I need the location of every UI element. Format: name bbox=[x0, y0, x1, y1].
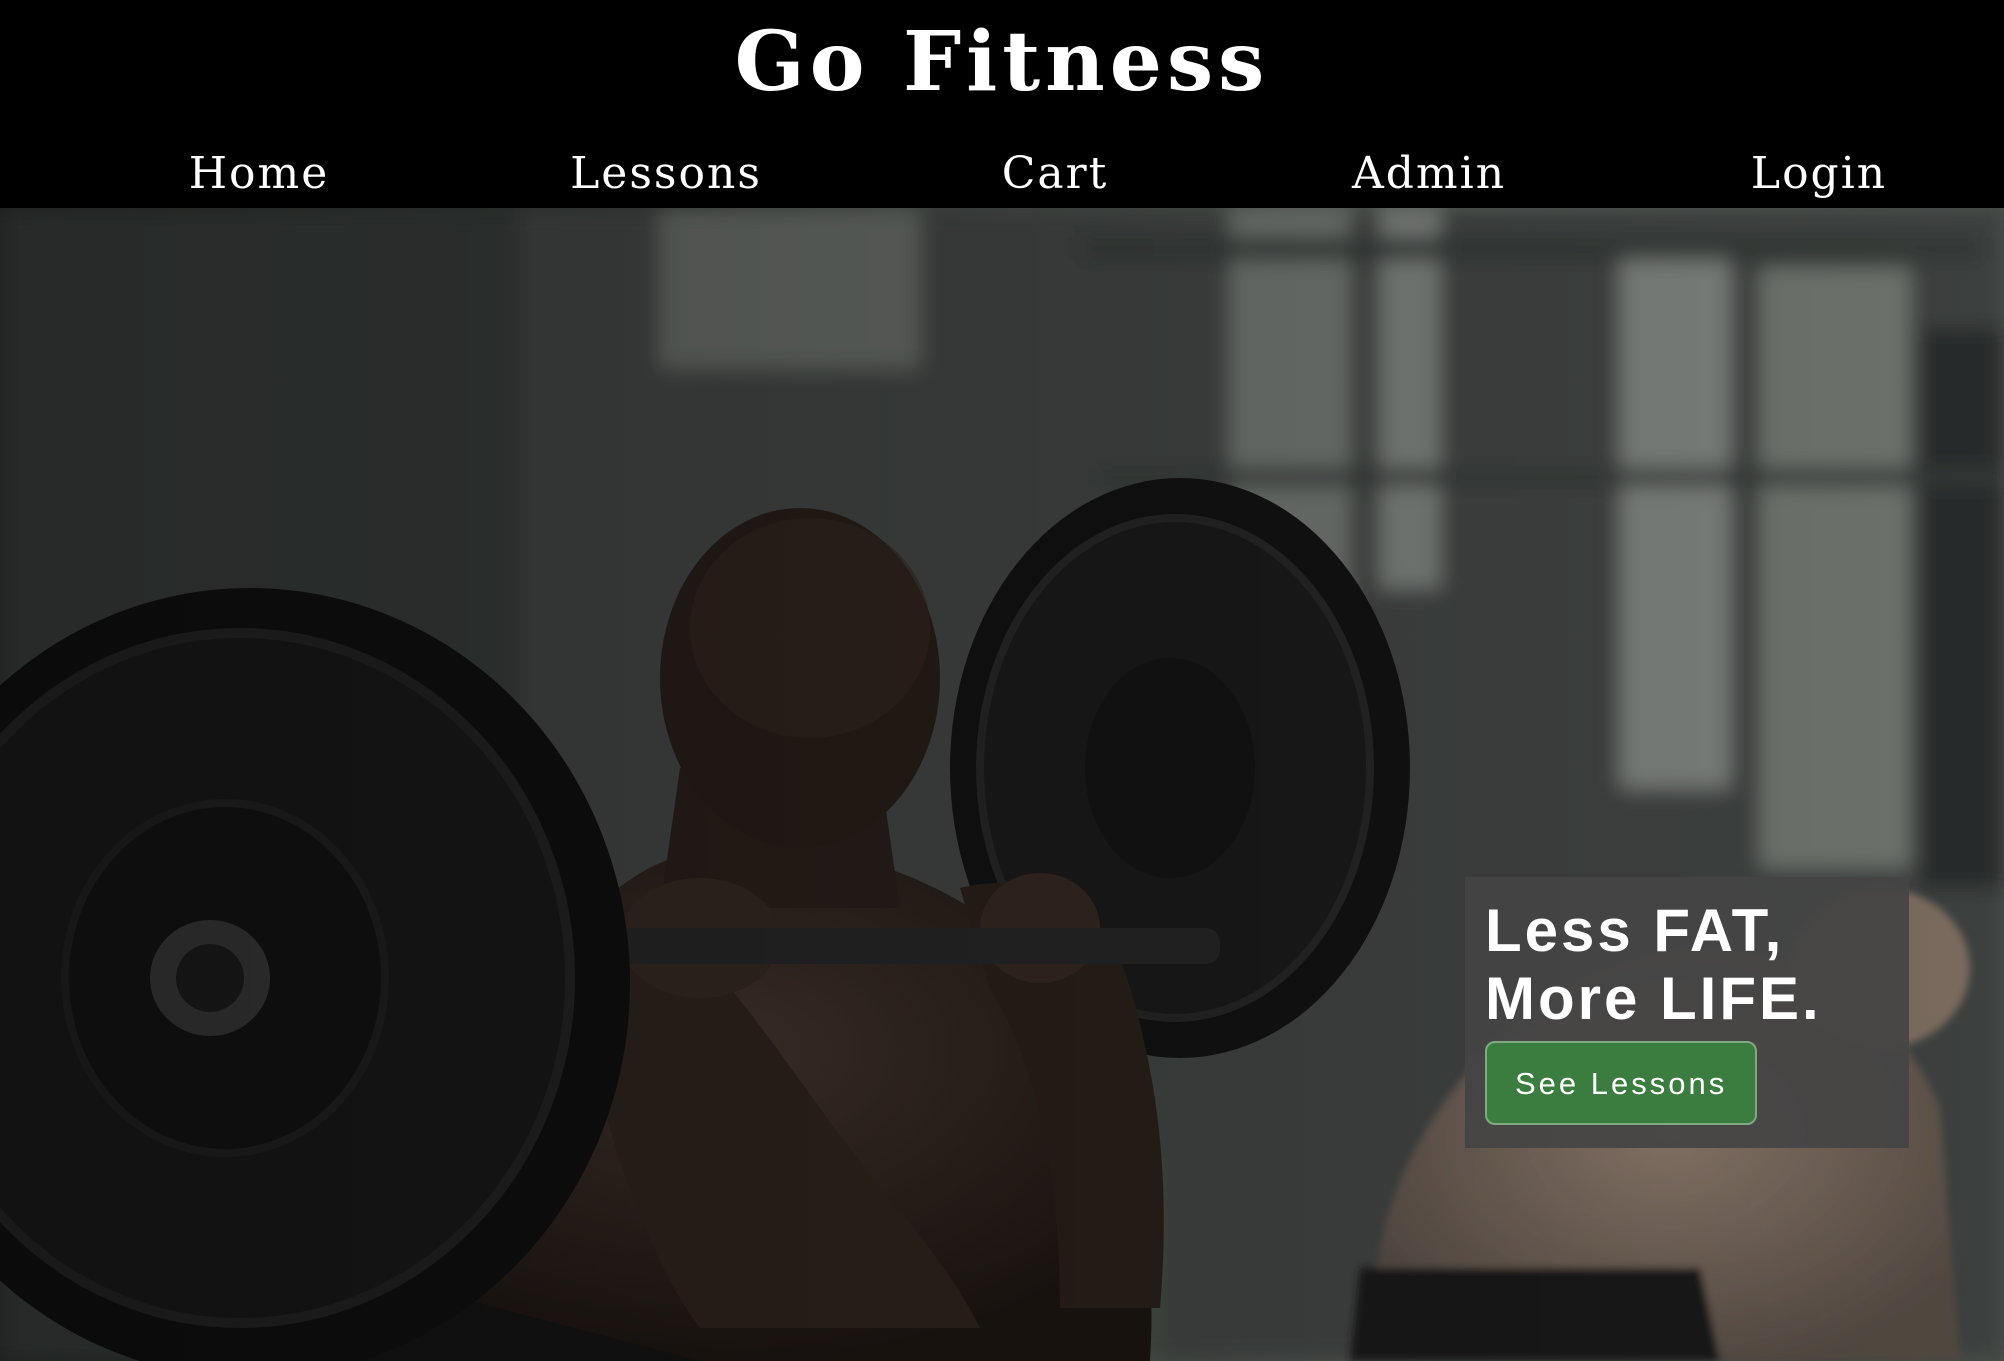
nav-link-admin[interactable]: Admin bbox=[1352, 140, 1506, 208]
hero-headline-line2: More LIFE. bbox=[1485, 965, 1822, 1032]
nav-link-lessons[interactable]: Lessons bbox=[570, 140, 762, 208]
hero-headline: Less FAT, More LIFE. bbox=[1485, 897, 1889, 1033]
hero-section: Less FAT, More LIFE. See Lessons bbox=[0, 208, 2004, 1361]
page: Go Fitness Home Lessons Cart Admin Login bbox=[0, 0, 2004, 1361]
site-header: Go Fitness Home Lessons Cart Admin Login bbox=[0, 0, 2004, 208]
hero-headline-line1: Less FAT, bbox=[1485, 897, 1785, 964]
main-nav: Home Lessons Cart Admin Login bbox=[0, 140, 2004, 208]
site-title: Go Fitness bbox=[734, 14, 1270, 110]
nav-link-login[interactable]: Login bbox=[1751, 140, 1887, 208]
hero-cta-box: Less FAT, More LIFE. See Lessons bbox=[1465, 877, 1909, 1148]
hero-image bbox=[0, 208, 2004, 1361]
see-lessons-button[interactable]: See Lessons bbox=[1485, 1041, 1758, 1125]
nav-link-cart[interactable]: Cart bbox=[1002, 140, 1109, 208]
nav-link-home[interactable]: Home bbox=[189, 140, 330, 208]
